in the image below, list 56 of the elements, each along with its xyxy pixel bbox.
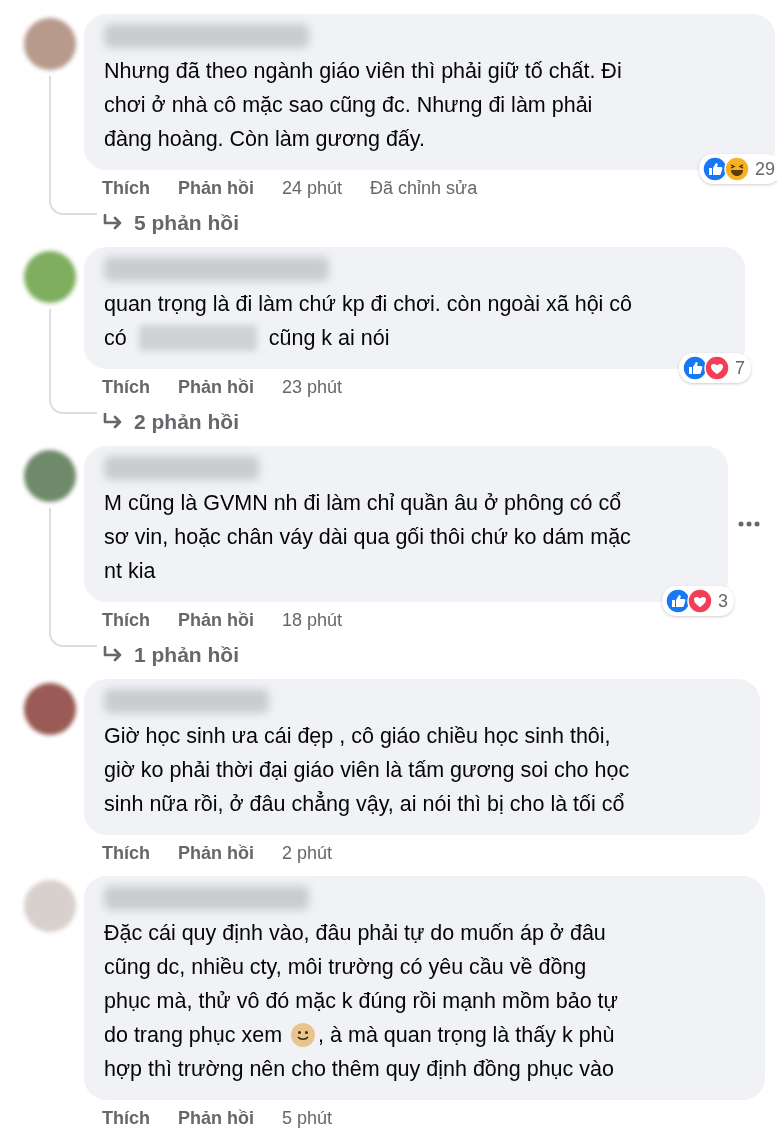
comment-text: nt kia [104,558,156,585]
timestamp: 23 phút [282,377,343,398]
view-replies-link[interactable]: 5 phản hồi [84,199,775,235]
reply-arrow-icon [102,413,124,431]
comment-text: , à mà quan trọng là thấy k phù [318,1022,615,1049]
view-replies-link[interactable]: 1 phản hồi [84,631,732,667]
more-options-icon[interactable] [738,521,760,527]
thumbs-up-icon [665,588,691,614]
comment-text: sinh nữa rồi, ở đâu chẳng vậy, ai nói thì bị cho là tối cổ [104,790,625,818]
comment-text: Giờ học sinh ưa cái đẹp , cô giáo chiều học sinh thôi, [104,723,611,750]
comment-text: cũng k ai nói [268,325,390,352]
comment-text: đàng hoàng. Còn làm gương đấy. [104,126,425,153]
reaction-count: 3 [718,590,728,612]
reaction-badge[interactable]: 7 [679,353,751,383]
reply-link[interactable]: Phản hồi [178,377,254,398]
comment-text: giờ ko phải thời đại giáo viên là tấm gương soi cho học [104,757,630,784]
avatar[interactable] [24,18,76,70]
avatar[interactable] [24,683,76,735]
comment-text: phục mà, thử vô đó mặc k đúng rồi mạnh mồm bảo tự [104,988,618,1015]
comment-text: có [104,325,127,352]
edited-label: Đã chỉnh sửa [370,178,478,199]
like-link[interactable]: Thích [102,843,150,864]
reply-link[interactable]: Phản hồi [178,1108,254,1129]
comment-text: chơi ở nhà cô mặc sao cũng đc. Nhưng đi làm phải [104,92,593,119]
timestamp: 24 phút [282,178,343,199]
timestamp: 18 phút [282,610,343,631]
comment-text: M cũng là GVMN nh đi làm chỉ quần âu ở phông có cổ [104,490,622,517]
thumbs-up-icon [701,156,728,182]
like-link[interactable]: Thích [102,377,150,398]
comment-text: do trang phục xem [104,1022,283,1049]
reply-link[interactable]: Phản hồi [178,178,254,199]
laughing-face-icon [723,156,750,182]
comment-text: Nhưng đã theo ngành giáo viên thì phải giữ tố chất. Đi [104,58,622,85]
view-replies-link[interactable]: 2 phản hồi [84,398,745,434]
thumbs-up-icon [682,355,708,381]
comment-text: hợp thì trường nên cho thêm quy định đồng phục vào [104,1056,614,1083]
reaction-badge[interactable]: 3 [662,586,734,616]
comment-text: cũng dc, nhiều cty, môi trường có yêu cầu về đồng [104,954,587,981]
comment-text: Đặc cái quy định vào, đâu phải tự do muốn áp ở đâu [104,920,606,947]
reaction-badge[interactable]: 29 [698,154,777,184]
smiley-icon [290,1022,317,1048]
reply-arrow-icon [102,646,124,664]
avatar[interactable] [24,450,76,502]
reply-arrow-icon [102,214,124,232]
comment-text: sơ vin, hoặc chân váy dài qua gối thôi chứ ko dám mặc [104,524,631,551]
avatar[interactable] [24,251,76,303]
timestamp: 2 phút [282,843,333,864]
like-link[interactable]: Thích [102,610,150,631]
reaction-count: 29 [754,158,775,180]
comment-text: quan trọng là đi làm chứ kp đi chơi. còn ngoài xã hội cô [104,291,633,318]
reply-link[interactable]: Phản hồi [178,843,254,864]
reaction-count: 7 [735,357,745,379]
reply-link[interactable]: Phản hồi [178,610,254,631]
like-link[interactable]: Thích [102,178,150,199]
timestamp: 5 phút [282,1108,333,1129]
like-link[interactable]: Thích [102,1108,150,1129]
